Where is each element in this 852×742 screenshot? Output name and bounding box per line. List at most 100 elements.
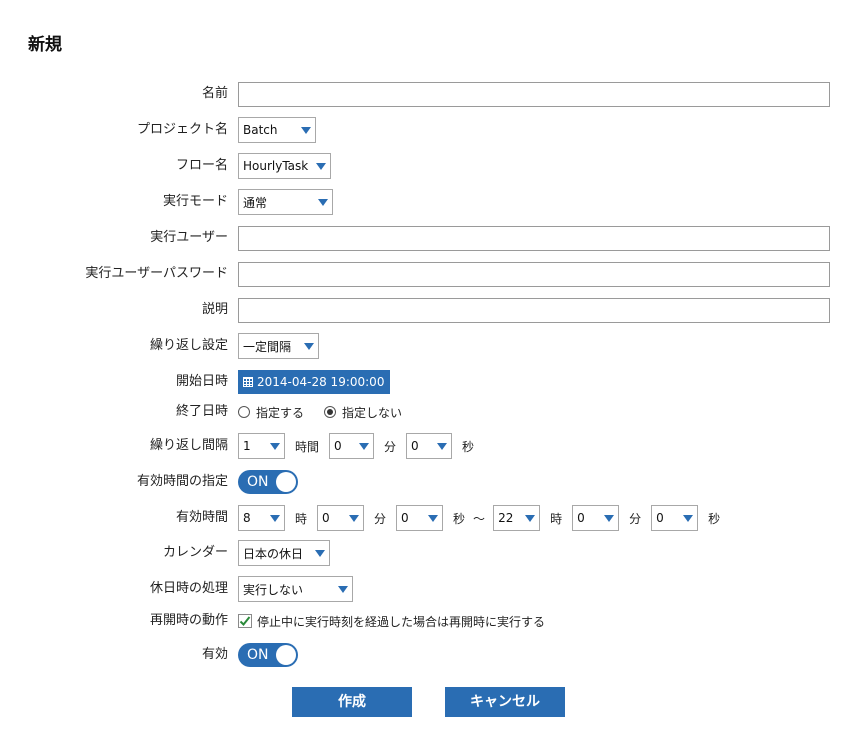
- flow-value: HourlyTask: [243, 159, 309, 173]
- password-row: 実行ユーザーパスワード: [0, 261, 852, 287]
- validity-label: 有効時間: [175, 510, 228, 525]
- interval-second-unit: 秒: [462, 439, 475, 454]
- mode-row: 実行モード 通常: [0, 189, 852, 215]
- validity-range-separator: 〜: [473, 511, 486, 526]
- dropdown-arrow-icon: [315, 549, 325, 557]
- dropdown-arrow-icon: [270, 514, 280, 522]
- validity-to-hour-select[interactable]: 22: [493, 505, 541, 531]
- dropdown-arrow-icon: [338, 585, 348, 593]
- mode-value: 通常: [243, 195, 268, 210]
- validity-from-second-value: 0: [401, 511, 409, 525]
- interval-hour-unit: 時間: [295, 439, 320, 454]
- holiday-value: 実行しない: [243, 582, 304, 597]
- validity-to-minute-select[interactable]: 0: [572, 505, 620, 531]
- interval-label: 繰り返し間隔: [149, 438, 228, 453]
- validity-to-minute-value: 0: [577, 511, 585, 525]
- calendar-label: カレンダー: [162, 545, 228, 560]
- validity-toggle-label: 有効時間の指定: [136, 474, 228, 489]
- password-label: 実行ユーザーパスワード: [85, 266, 228, 281]
- interval-minute-unit: 分: [384, 439, 397, 454]
- user-input[interactable]: [238, 225, 830, 251]
- toggle-knob: [276, 472, 296, 492]
- start-label: 開始日時: [175, 374, 228, 389]
- validity-from-second-select[interactable]: 0: [396, 505, 444, 531]
- validity-second-unit: 秒: [708, 511, 721, 526]
- description-input[interactable]: [238, 297, 830, 323]
- repeat-label: 繰り返し設定: [149, 338, 228, 353]
- validity-from-hour-select[interactable]: 8: [238, 505, 285, 531]
- interval-hours-select[interactable]: 1: [238, 433, 285, 459]
- validity-to-second-select[interactable]: 0: [651, 505, 699, 531]
- enabled-label: 有効: [201, 647, 228, 662]
- user-label: 実行ユーザー: [150, 230, 228, 245]
- calendar-select[interactable]: 日本の休日: [238, 540, 330, 566]
- cancel-button[interactable]: キャンセル: [445, 687, 565, 717]
- holiday-row: 休日時の処理 実行しない: [0, 576, 852, 602]
- flow-select[interactable]: HourlyTask: [238, 153, 331, 179]
- user-row: 実行ユーザー: [0, 225, 852, 251]
- repeat-value: 一定間隔: [243, 339, 292, 354]
- validity-to-hour-value: 22: [498, 511, 514, 525]
- validity-from-hour-value: 8: [243, 511, 251, 525]
- project-row: プロジェクト名 Batch: [0, 117, 852, 143]
- name-input[interactable]: [238, 81, 830, 107]
- flow-row: フロー名 HourlyTask: [0, 153, 852, 179]
- dropdown-arrow-icon: [525, 514, 536, 522]
- validity-hour-unit: 時: [550, 511, 563, 526]
- calendar-value: 日本の休日: [243, 546, 304, 561]
- interval-seconds-select[interactable]: 0: [406, 433, 453, 459]
- toggle-knob: [276, 645, 296, 665]
- password-input[interactable]: [238, 261, 830, 287]
- project-label: プロジェクト名: [136, 122, 228, 137]
- mode-label: 実行モード: [162, 194, 228, 209]
- start-row: 開始日時 2014-04-28 19:00:00: [0, 369, 852, 395]
- holiday-label: 休日時の処理: [149, 581, 228, 596]
- dropdown-arrow-icon: [359, 442, 370, 450]
- validity-minute-unit: 分: [629, 511, 642, 526]
- calendar-icon: [243, 377, 253, 387]
- interval-minutes-select[interactable]: 0: [329, 433, 375, 459]
- validity-toggle-row: 有効時間の指定 ON: [0, 469, 852, 495]
- description-label: 説明: [201, 302, 228, 317]
- start-datetime-button[interactable]: 2014-04-28 19:00:00: [238, 370, 391, 394]
- dropdown-arrow-icon: [683, 514, 694, 522]
- repeat-row: 繰り返し設定 一定間隔: [0, 333, 852, 359]
- end-specify-label[interactable]: 指定する: [256, 404, 304, 421]
- dropdown-arrow-icon: [437, 442, 448, 450]
- validity-from-minute-select[interactable]: 0: [317, 505, 365, 531]
- interval-minutes-value: 0: [334, 439, 342, 453]
- validity-to-second-value: 0: [656, 511, 664, 525]
- enabled-toggle-switch[interactable]: ON: [238, 643, 298, 667]
- name-label: 名前: [201, 86, 228, 101]
- mode-select[interactable]: 通常: [238, 189, 333, 215]
- validity-row: 有効時間 8 時 0 分 0 秒 〜 22 時 0 分 0 秒: [0, 505, 852, 531]
- checkmark-icon: [239, 616, 251, 626]
- holiday-select[interactable]: 実行しない: [238, 576, 353, 602]
- resume-checkbox[interactable]: [238, 614, 252, 628]
- resume-checkbox-label[interactable]: 停止中に実行時刻を経過した場合は再開時に実行する: [257, 613, 545, 630]
- radio-selected-dot: [327, 409, 334, 415]
- flow-label: フロー名: [175, 158, 228, 173]
- create-button[interactable]: 作成: [292, 687, 412, 717]
- validity-minute-unit: 分: [374, 511, 387, 526]
- dropdown-arrow-icon: [270, 442, 280, 450]
- toggle-state-text: ON: [247, 647, 269, 663]
- calendar-row: カレンダー 日本の休日: [0, 540, 852, 566]
- interval-hours-value: 1: [243, 439, 251, 453]
- repeat-select[interactable]: 一定間隔: [238, 333, 319, 359]
- validity-toggle-switch[interactable]: ON: [238, 470, 298, 494]
- dropdown-arrow-icon: [604, 514, 615, 522]
- validity-hour-unit: 時: [295, 511, 308, 526]
- enabled-row: 有効 ON: [0, 642, 852, 668]
- end-specify-radio[interactable]: [238, 406, 250, 418]
- project-select[interactable]: Batch: [238, 117, 316, 143]
- end-none-label[interactable]: 指定しない: [342, 404, 402, 421]
- description-row: 説明: [0, 297, 852, 323]
- page-title: 新規: [28, 35, 62, 55]
- validity-second-unit: 秒: [453, 511, 466, 526]
- toggle-state-text: ON: [247, 474, 269, 490]
- end-none-radio[interactable]: [324, 406, 337, 418]
- dropdown-arrow-icon: [428, 514, 439, 522]
- interval-seconds-value: 0: [411, 439, 419, 453]
- project-value: Batch: [243, 123, 278, 137]
